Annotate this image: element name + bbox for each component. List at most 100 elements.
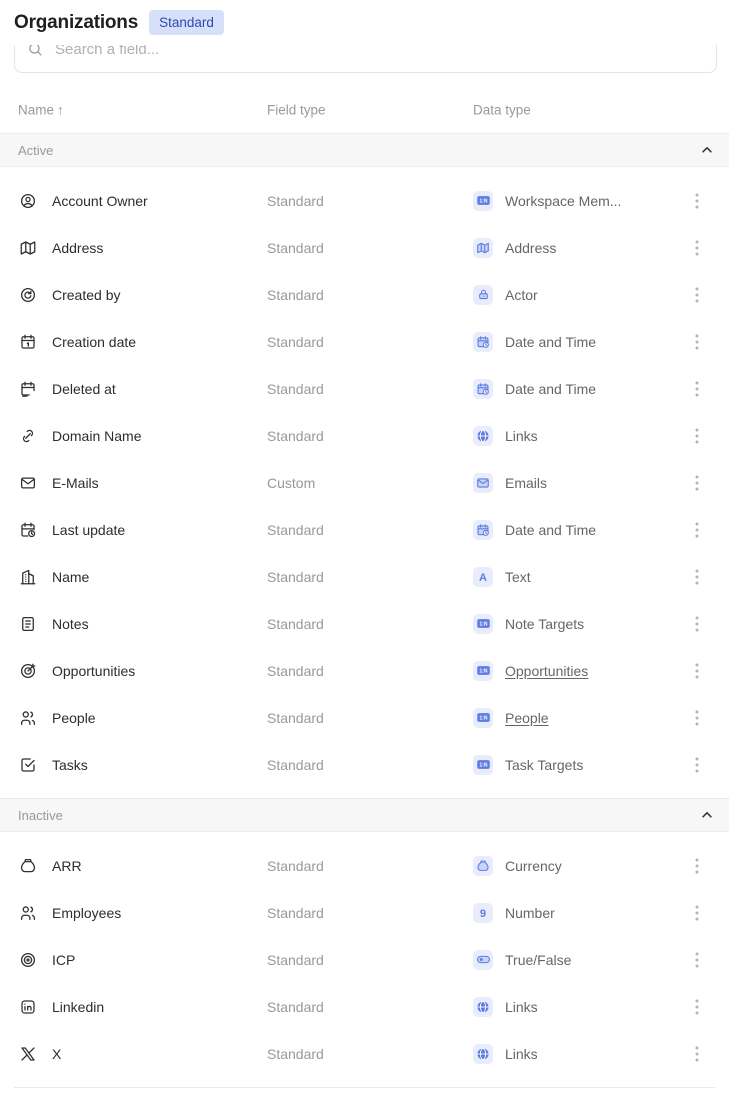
row-menu-button[interactable]: [689, 284, 705, 306]
row-menu-button[interactable]: [689, 566, 705, 588]
field-name: Name: [52, 569, 89, 585]
row-menu-button[interactable]: [689, 190, 705, 212]
row-menu-button[interactable]: [689, 707, 705, 729]
data-type-label: Note Targets: [505, 616, 584, 632]
map-icon: [19, 239, 37, 257]
target-arrow-icon: [19, 662, 37, 680]
data-type-label: Links: [505, 1046, 538, 1062]
table-row[interactable]: NameStandardAText: [0, 553, 729, 600]
row-menu-button[interactable]: [689, 902, 705, 924]
relation-icon: 1:N: [473, 755, 493, 775]
target-icon: [19, 951, 37, 969]
table-row[interactable]: AddressStandardAddress: [0, 224, 729, 271]
data-type-label: Actor: [505, 287, 538, 303]
x-icon: [19, 1045, 37, 1063]
data-type-label: Date and Time: [505, 334, 596, 350]
row-menu-button[interactable]: [689, 425, 705, 447]
row-menu-button[interactable]: [689, 754, 705, 776]
row-menu-button[interactable]: [689, 1043, 705, 1065]
row-menu-button[interactable]: [689, 519, 705, 541]
data-type-cell: True/False: [473, 950, 571, 970]
standard-badge: Standard: [149, 10, 224, 35]
field-type: Standard: [267, 569, 324, 585]
section-header-inactive[interactable]: Inactive: [0, 798, 729, 832]
dots-vertical-icon: [695, 998, 699, 1016]
svg-text:1:N: 1:N: [479, 762, 487, 768]
row-menu-button[interactable]: [689, 660, 705, 682]
rotate-icon: [19, 286, 37, 304]
data-type-label: Workspace Mem...: [505, 193, 621, 209]
row-menu-button[interactable]: [689, 613, 705, 635]
row-menu-button[interactable]: [689, 378, 705, 400]
svg-text:1:N: 1:N: [479, 621, 487, 627]
number-icon: 9: [473, 903, 493, 923]
data-type-label: True/False: [505, 952, 571, 968]
column-header-name[interactable]: Name↑: [18, 103, 64, 118]
dots-vertical-icon: [695, 857, 699, 875]
data-type-label: Links: [505, 428, 538, 444]
table-row[interactable]: ARRStandardCurrency: [0, 842, 729, 889]
data-type-cell: 1:N People: [473, 708, 549, 728]
data-type-label: Currency: [505, 858, 562, 874]
table-row[interactable]: Created byStandardActor: [0, 271, 729, 318]
field-type: Standard: [267, 952, 324, 968]
table-row[interactable]: EmployeesStandard9Number: [0, 889, 729, 936]
table-row[interactable]: People Standard 1:N People: [0, 694, 729, 741]
field-name: People: [52, 710, 96, 726]
chevron-up-icon[interactable]: [700, 808, 714, 822]
relation-icon: 1:N: [473, 614, 493, 634]
section-label: Inactive: [18, 808, 63, 823]
row-menu-button[interactable]: [689, 331, 705, 353]
table-row[interactable]: TasksStandard1:NTask Targets: [0, 741, 729, 788]
field-type: Standard: [267, 1046, 324, 1062]
data-type-label[interactable]: Opportunities: [505, 663, 588, 679]
calendar-clock-icon: [473, 520, 493, 540]
row-menu-button[interactable]: [689, 949, 705, 971]
field-type: Standard: [267, 710, 324, 726]
svg-text:A: A: [479, 571, 487, 583]
table-row[interactable]: ICPStandardTrue/False: [0, 936, 729, 983]
svg-text:9: 9: [480, 907, 486, 919]
field-type: Standard: [267, 287, 324, 303]
dots-vertical-icon: [695, 286, 699, 304]
field-name: E-Mails: [52, 475, 99, 491]
table-row[interactable]: Account OwnerStandard1:NWorkspace Mem...: [0, 177, 729, 224]
table-row[interactable]: Creation dateStandardDate and Time: [0, 318, 729, 365]
toggle-icon: [473, 950, 493, 970]
moneybag-icon: [19, 857, 37, 875]
table-row[interactable]: Deleted atStandardDate and Time: [0, 365, 729, 412]
field-type: Custom: [267, 475, 315, 491]
relation-icon: 1:N: [473, 191, 493, 211]
field-type: Standard: [267, 858, 324, 874]
notes-icon: [19, 615, 37, 633]
row-menu-button[interactable]: [689, 237, 705, 259]
section-header-active[interactable]: Active: [0, 133, 729, 167]
table-row[interactable]: Last updateStandardDate and Time: [0, 506, 729, 553]
sort-ascending-icon: ↑: [57, 103, 64, 118]
row-menu-button[interactable]: [689, 996, 705, 1018]
dots-vertical-icon: [695, 427, 699, 445]
svg-text:1:N: 1:N: [479, 198, 487, 204]
users-icon: [19, 904, 37, 922]
field-type: Standard: [267, 663, 324, 679]
data-type-label: Emails: [505, 475, 547, 491]
data-type-label: Links: [505, 999, 538, 1015]
table-row[interactable]: OpportunitiesStandard1:NOpportunities: [0, 647, 729, 694]
table-row[interactable]: Domain NameStandardLinks: [0, 412, 729, 459]
table-row[interactable]: NotesStandard1:NNote Targets: [0, 600, 729, 647]
data-type-cell: 1:N Note Targets: [473, 614, 584, 634]
row-menu-button[interactable]: [689, 855, 705, 877]
table-row[interactable]: LinkedinStandardLinks: [0, 983, 729, 1030]
row-menu-button[interactable]: [689, 472, 705, 494]
link-icon: [19, 427, 37, 445]
chevron-up-icon[interactable]: [700, 143, 714, 157]
relation-icon: 1:N: [473, 708, 493, 728]
dots-vertical-icon: [695, 951, 699, 969]
linkedin-icon: [19, 998, 37, 1016]
building-icon: [19, 568, 37, 586]
field-type: Standard: [267, 381, 324, 397]
data-type-label[interactable]: People: [505, 710, 549, 726]
table-row[interactable]: XStandardLinks: [0, 1030, 729, 1077]
column-header-field-type: Field type: [267, 103, 326, 118]
table-row[interactable]: E-Mails Custom Emails: [0, 459, 729, 506]
